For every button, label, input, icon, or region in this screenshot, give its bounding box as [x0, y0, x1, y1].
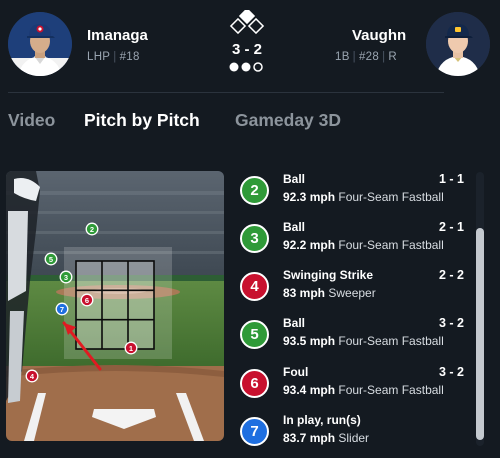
pitch-detail: 93.5 mph Four-Seam Fastball: [283, 334, 444, 348]
tab-gameday-3d[interactable]: Gameday 3D: [235, 110, 341, 131]
pitch-speed: 93.4 mph: [283, 383, 336, 397]
pitch-count: 3 - 2: [438, 316, 464, 330]
scrollbar-thumb[interactable]: [476, 228, 484, 440]
pitch-marker-5[interactable]: 5: [44, 252, 58, 266]
separator: |: [352, 51, 356, 63]
pitcher-position: LHP: [87, 51, 111, 63]
pitch-result: Ball: [283, 316, 306, 330]
pitcher-number: #18: [119, 51, 140, 63]
pitch-marker-1[interactable]: 1: [124, 341, 138, 355]
pitch-number-badge: 2: [240, 176, 269, 205]
pitch-type: Four-Seam Fastball: [338, 238, 444, 252]
pitch-number-badge: 6: [240, 369, 269, 398]
pitch-type: Slider: [338, 431, 370, 445]
batter-avatar[interactable]: [426, 12, 490, 76]
pitch-marker-3[interactable]: 3: [59, 270, 73, 284]
pitcher-avatar[interactable]: [8, 12, 72, 76]
pitch-marker-label: 7: [60, 305, 64, 314]
pitcher-info: LHP | #18: [87, 51, 140, 63]
pitch-count: 2 - 2: [438, 268, 464, 282]
separator: |: [382, 51, 386, 63]
pitch-speed: 83.7 mph: [283, 431, 336, 445]
pitch-marker-label: 6: [85, 296, 89, 305]
pitch-speed: 92.3 mph: [283, 190, 336, 204]
pitch-marker-label: 3: [64, 273, 68, 282]
batter-info: 1B | #28 | R: [335, 51, 397, 63]
pitch-marker-7[interactable]: 7: [55, 302, 69, 316]
outs-indicator-icon: [229, 62, 263, 72]
strike-zone-view: 1 2 3 4 5 6 7: [6, 171, 224, 441]
bases-diamond-icon: [229, 10, 265, 35]
pitch-speed: 83 mph: [283, 286, 326, 300]
pitch-marker-4[interactable]: 4: [25, 369, 39, 383]
pitch-type: Four-Seam Fastball: [338, 383, 444, 397]
pitch-number-badge: 5: [240, 320, 269, 349]
pitch-count: 1 - 1: [438, 172, 464, 186]
pitch-count: 2 - 1: [438, 220, 464, 234]
pitch-speed: 92.2 mph: [283, 238, 336, 252]
pitch-detail: 92.3 mph Four-Seam Fastball: [283, 190, 444, 204]
pitch-detail: 93.4 mph Four-Seam Fastball: [283, 383, 444, 397]
pitch-result: Ball: [283, 220, 306, 234]
pitch-number-badge: 3: [240, 224, 269, 253]
pitcher-name[interactable]: Imanaga: [87, 27, 148, 44]
separator: |: [113, 51, 117, 63]
tab-pitch-by-pitch[interactable]: Pitch by Pitch: [84, 110, 200, 131]
pitch-type: Four-Seam Fastball: [338, 334, 444, 348]
pitch-row-5[interactable]: 5 Ball 3 - 2 93.5 mph Four-Seam Fastball: [240, 314, 470, 362]
pitch-result: Ball: [283, 172, 306, 186]
pitch-speed: 93.5 mph: [283, 334, 336, 348]
pitch-marker-2[interactable]: 2: [85, 222, 99, 236]
pitch-result: Foul: [283, 365, 309, 379]
pitch-detail: 83.7 mph Slider: [283, 431, 369, 445]
pitch-result: Swinging Strike: [283, 268, 374, 282]
pitch-count: 3 - 2: [438, 365, 464, 379]
pitch-type: Sweeper: [328, 286, 376, 300]
matchup-header: Imanaga LHP | #18 3 - 2 Vaughn 1B | #28 | R: [0, 0, 500, 88]
pitch-detail: 83 mph Sweeper: [283, 286, 376, 300]
ball-strike-count: 3 - 2: [231, 41, 262, 58]
pitch-type: Four-Seam Fastball: [338, 190, 444, 204]
pitch-row-4[interactable]: 4 Swinging Strike 2 - 2 83 mph Sweeper: [240, 266, 470, 314]
pitch-row-2[interactable]: 2 Ball 1 - 1 92.3 mph Four-Seam Fastball: [240, 170, 470, 218]
pitch-list[interactable]: 2 Ball 1 - 1 92.3 mph Four-Seam Fastball…: [240, 170, 470, 450]
pitch-marker-label: 5: [49, 255, 53, 264]
batter-bats: R: [388, 51, 397, 63]
strike-zone-scene: 1 2 3 4 5 6 7: [6, 171, 224, 441]
pitch-marker-label: 2: [90, 225, 94, 234]
pitch-list-scrollbar[interactable]: [476, 172, 484, 446]
pitch-marker-6[interactable]: 6: [80, 293, 94, 307]
batter-number: #28: [358, 51, 380, 63]
pitch-result: In play, run(s): [283, 413, 361, 427]
pitch-row-6[interactable]: 6 Foul 3 - 2 93.4 mph Four-Seam Fastball: [240, 363, 470, 411]
pitch-detail: 92.2 mph Four-Seam Fastball: [283, 238, 444, 252]
header-divider: [8, 92, 444, 93]
pitch-row-7[interactable]: 7 In play, run(s) 83.7 mph Slider: [240, 411, 470, 458]
batter-name[interactable]: Vaughn: [352, 27, 406, 44]
pitch-number-badge: 7: [240, 417, 269, 446]
batter-position: 1B: [335, 51, 350, 63]
pitch-marker-label: 1: [129, 344, 133, 353]
pitch-number-badge: 4: [240, 272, 269, 301]
tab-video[interactable]: Video: [8, 110, 55, 131]
pitch-row-3[interactable]: 3 Ball 2 - 1 92.2 mph Four-Seam Fastball: [240, 218, 470, 266]
